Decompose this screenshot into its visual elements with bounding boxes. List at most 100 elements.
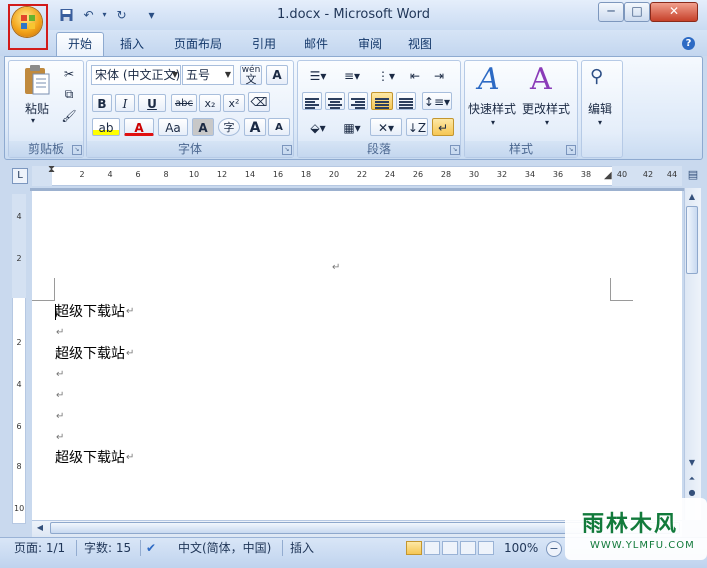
- proofing-icon[interactable]: ✔: [146, 540, 156, 556]
- scroll-down-icon[interactable]: ▼: [684, 456, 700, 470]
- borders-icon[interactable]: ▦▾: [336, 118, 368, 136]
- word-count-status[interactable]: 字数: 15: [84, 540, 131, 556]
- superscript-button[interactable]: x²: [223, 94, 245, 112]
- language-status[interactable]: 中文(简体，中国): [178, 540, 271, 556]
- shrink-font-button[interactable]: A: [268, 118, 290, 136]
- paragraph-launcher-icon[interactable]: ↘: [450, 145, 460, 155]
- chinese-layout-icon[interactable]: ✕▾: [370, 118, 402, 136]
- paste-dropdown-icon[interactable]: ▾: [31, 116, 35, 125]
- shading-icon[interactable]: ⬙▾: [302, 118, 334, 136]
- minimize-button[interactable]: ─: [598, 2, 624, 22]
- page-count-status[interactable]: 页面: 1/1: [14, 540, 65, 556]
- font-size-combo[interactable]: 五号 ▼: [182, 65, 234, 85]
- char-border-button[interactable]: A: [266, 65, 288, 85]
- tab-references[interactable]: 引用: [244, 34, 284, 54]
- grow-font-button[interactable]: A: [244, 118, 266, 136]
- quick-styles-label[interactable]: 快速样式: [468, 100, 516, 117]
- cut-icon[interactable]: ✂: [60, 64, 78, 82]
- format-painter-icon[interactable]: 🖌: [60, 106, 78, 124]
- tab-page-layout[interactable]: 页面布局: [168, 34, 228, 54]
- maximize-button[interactable]: □: [624, 2, 650, 22]
- document-line[interactable]: ↵: [55, 386, 64, 406]
- document-line[interactable]: 超级下载站↵: [55, 302, 134, 322]
- ruler-tick: 38: [580, 170, 592, 179]
- close-button[interactable]: ✕: [650, 2, 698, 22]
- enclose-char-button[interactable]: 字: [218, 118, 240, 136]
- decrease-indent-icon[interactable]: ⇤: [404, 66, 426, 84]
- strikethrough-button[interactable]: abc: [171, 94, 197, 112]
- document-line[interactable]: 超级下载站↵: [55, 344, 134, 364]
- quick-styles-dropdown-icon[interactable]: ▾: [491, 118, 495, 127]
- document-line[interactable]: ↵: [55, 407, 64, 427]
- zoom-level[interactable]: 100%: [504, 540, 538, 556]
- header-paragraph-mark: ↵: [332, 262, 341, 273]
- zoom-out-icon[interactable]: −: [546, 541, 562, 557]
- tab-insert[interactable]: 插入: [112, 34, 152, 54]
- previous-page-icon[interactable]: ⏶: [684, 472, 700, 486]
- italic-button[interactable]: I: [115, 94, 135, 112]
- bold-button[interactable]: B: [92, 94, 112, 112]
- subscript-button[interactable]: x₂: [199, 94, 221, 112]
- paste-icon[interactable]: [22, 64, 52, 96]
- ruler-tick: 24: [384, 170, 396, 179]
- scroll-left-icon[interactable]: ◀: [32, 521, 48, 535]
- font-color-button[interactable]: A: [124, 118, 154, 136]
- tab-mailings[interactable]: 邮件: [296, 34, 336, 54]
- align-center-icon[interactable]: [325, 92, 345, 110]
- copy-icon[interactable]: ⧉: [60, 84, 78, 102]
- change-styles-dropdown-icon[interactable]: ▾: [545, 118, 549, 127]
- tab-home[interactable]: 开始: [56, 32, 104, 57]
- justify-icon[interactable]: [371, 92, 393, 110]
- quick-styles-icon[interactable]: A: [478, 62, 500, 97]
- vruler-tick: 8: [16, 462, 22, 471]
- tab-selector-button[interactable]: L: [12, 168, 28, 184]
- outline-view-icon[interactable]: [460, 541, 476, 555]
- increase-indent-icon[interactable]: ⇥: [428, 66, 450, 84]
- document-line[interactable]: 超级下载站↵: [55, 448, 134, 468]
- draft-view-icon[interactable]: [478, 541, 494, 555]
- font-launcher-icon[interactable]: ↘: [282, 145, 292, 155]
- document-line[interactable]: ↵: [55, 323, 64, 343]
- scroll-up-icon[interactable]: ▲: [684, 190, 700, 204]
- show-marks-icon[interactable]: ↵: [432, 118, 454, 136]
- line-spacing-icon[interactable]: ↕≡▾: [422, 92, 452, 110]
- document-line[interactable]: ↵: [55, 428, 64, 448]
- insert-mode-status[interactable]: 插入: [290, 540, 314, 556]
- font-name-combo[interactable]: 宋体 (中文正文) ▼: [91, 65, 181, 85]
- clear-formatting-icon[interactable]: ⌫: [248, 92, 270, 112]
- change-styles-icon[interactable]: A: [530, 62, 552, 97]
- tab-view[interactable]: 视图: [400, 34, 440, 54]
- numbering-icon[interactable]: ≡▾: [336, 66, 368, 84]
- align-left-icon[interactable]: [302, 92, 322, 110]
- bullets-icon[interactable]: ☰▾: [302, 66, 334, 84]
- char-shading-button[interactable]: A: [192, 118, 214, 136]
- styles-group-label: 样式: [465, 141, 577, 157]
- web-layout-view-icon[interactable]: [442, 541, 458, 555]
- clipboard-launcher-icon[interactable]: ↘: [72, 145, 82, 155]
- binoculars-icon[interactable]: ⚲: [590, 66, 603, 87]
- print-layout-view-icon[interactable]: [406, 541, 422, 555]
- phonetic-guide-button[interactable]: wén 文: [240, 65, 262, 85]
- paragraph-group-label: 段落: [298, 141, 460, 157]
- editing-dropdown-icon[interactable]: ▾: [598, 118, 602, 127]
- distributed-icon[interactable]: [396, 92, 416, 110]
- change-case-button[interactable]: Aa: [158, 118, 188, 136]
- indent-marker-icon[interactable]: ⧗: [48, 164, 55, 175]
- tab-review[interactable]: 审阅: [350, 34, 390, 54]
- paste-label[interactable]: 粘贴: [22, 100, 52, 117]
- multilevel-list-icon[interactable]: ⋮▾: [370, 66, 402, 84]
- vertical-scroll-thumb[interactable]: [686, 206, 698, 274]
- editing-label[interactable]: 编辑: [588, 100, 612, 117]
- ruler-tick: 4: [107, 170, 113, 179]
- underline-button[interactable]: U: [138, 94, 166, 112]
- view-ruler-icon[interactable]: ▤: [686, 168, 700, 184]
- highlight-color-button[interactable]: ab: [92, 118, 120, 136]
- sort-icon[interactable]: ↓Z: [406, 118, 428, 136]
- right-indent-marker-icon[interactable]: ◢: [604, 170, 612, 181]
- full-screen-reading-view-icon[interactable]: [424, 541, 440, 555]
- help-icon[interactable]: ?: [682, 37, 695, 50]
- document-line[interactable]: ↵: [55, 365, 64, 385]
- change-styles-label[interactable]: 更改样式: [522, 100, 570, 117]
- align-right-icon[interactable]: [348, 92, 368, 110]
- styles-launcher-icon[interactable]: ↘: [566, 145, 576, 155]
